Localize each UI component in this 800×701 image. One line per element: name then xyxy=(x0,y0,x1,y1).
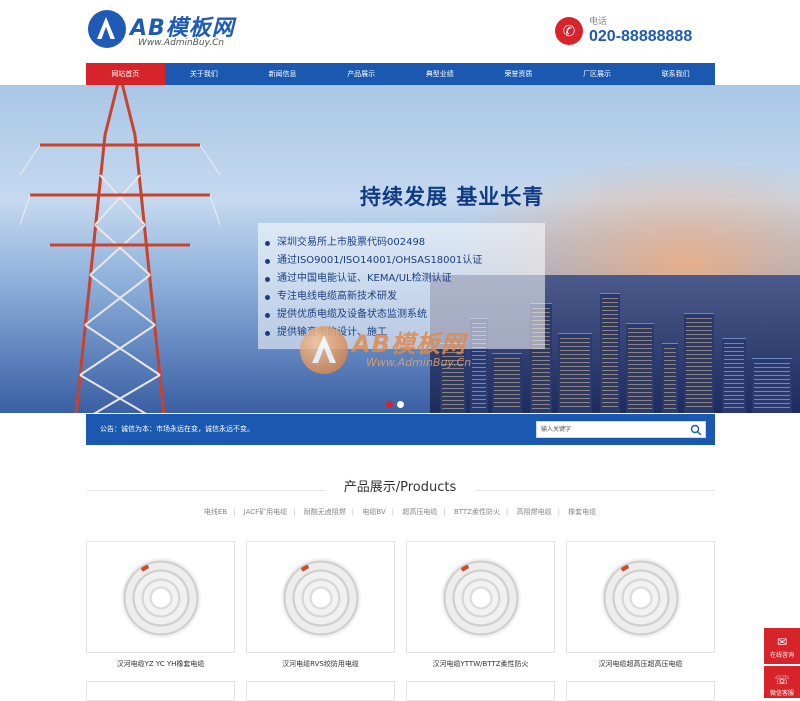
watermark-subtitle: Www.AdminBuy.Cn xyxy=(366,356,472,369)
nav-item-honors[interactable]: 荣誉资质 xyxy=(479,63,558,85)
banner-bullet: 通过中国电能认证、KEMA/UL检测认证 xyxy=(262,270,482,288)
cable-coil-image xyxy=(441,558,521,638)
product-name[interactable]: 汉河电缆RVS绞防用电缆 xyxy=(246,659,395,669)
product-name[interactable]: 汉河电缆超高压超高压电缆 xyxy=(566,659,715,669)
cable-coil-image xyxy=(601,558,681,638)
wechat-service-button[interactable]: ☏ 微信客服 xyxy=(764,666,800,698)
notice-bar: 公告：诚信为本：市场永远在变，诚信永远不变。 xyxy=(86,414,715,445)
logo-mark-icon xyxy=(88,10,126,48)
site-logo[interactable]: AB模板网 Www.AdminBuy.Cn xyxy=(88,10,248,50)
product-card[interactable] xyxy=(406,681,555,701)
banner-bullet: 专注电线电缆高新技术研发 xyxy=(262,288,482,306)
phone-label: 电话 xyxy=(589,17,608,27)
main-nav: 网站首页 关于我们 新闻信息 产品展示 典型业绩 荣誉资质 厂区展示 联系我们 xyxy=(86,63,715,85)
wechat-service-label: 微信客服 xyxy=(769,690,794,697)
search-icon[interactable] xyxy=(690,424,702,436)
cable-coil-image xyxy=(121,558,201,638)
category-link[interactable]: 橡套电缆 xyxy=(562,507,602,517)
category-link[interactable]: BTTZ柔性防火 xyxy=(448,507,506,517)
banner-bullet: 深圳交易所上市股票代码002498 xyxy=(262,234,482,252)
product-name[interactable]: 汉河电缆YTTW/BTTZ柔性防火 xyxy=(406,659,555,669)
banner-heading: 持续发展 基业长青 xyxy=(360,185,545,209)
product-card[interactable] xyxy=(86,541,235,653)
category-link[interactable]: 高阻燃电缆 xyxy=(511,507,558,517)
watermark-title: AB模板网 xyxy=(352,330,466,358)
product-card[interactable] xyxy=(246,541,395,653)
phone-icon: ✆ xyxy=(555,17,583,45)
phone-number: 020-88888888 xyxy=(589,28,693,45)
cable-coil-image xyxy=(281,558,361,638)
product-category-links: 电线EB | JACF矿用电缆 | 耐酸无卤阻燃 | 电缆BV | 超高压电缆 | BTT… xyxy=(0,507,800,517)
search-input[interactable] xyxy=(537,422,687,437)
chat-bubble-icon: ✉ xyxy=(776,635,788,649)
online-consult-button[interactable]: ✉ 在线咨询 xyxy=(764,628,800,664)
category-link[interactable]: 耐酸无卤阻燃 xyxy=(298,507,352,517)
product-card[interactable] xyxy=(566,681,715,701)
category-link[interactable]: 电线EB xyxy=(198,507,233,517)
product-card[interactable] xyxy=(406,541,555,653)
slider-dots xyxy=(386,401,404,408)
products-section-title: 产品展示/Products xyxy=(343,480,457,495)
watermark-mark-icon xyxy=(300,326,348,374)
nav-item-factory[interactable]: 厂区展示 xyxy=(558,63,637,85)
product-card[interactable] xyxy=(566,541,715,653)
online-consult-label: 在线咨询 xyxy=(769,652,794,659)
category-link[interactable]: 超高压电缆 xyxy=(396,507,443,517)
nav-item-cases[interactable]: 典型业绩 xyxy=(401,63,480,85)
search-box xyxy=(536,421,706,438)
nav-item-contact[interactable]: 联系我们 xyxy=(636,63,715,85)
logo-subtitle: Www.AdminBuy.Cn xyxy=(138,38,225,48)
product-card[interactable] xyxy=(86,681,235,701)
nav-item-home[interactable]: 网站首页 xyxy=(86,63,165,85)
watermark-logo: AB模板网 Www.AdminBuy.Cn xyxy=(300,320,520,380)
category-link[interactable]: JACF矿用电缆 xyxy=(238,507,294,517)
slider-dot-2[interactable] xyxy=(397,401,404,408)
hero-banner: 持续发展 基业长青 深圳交易所上市股票代码002498 通过ISO9001/IS… xyxy=(0,85,800,413)
category-link[interactable]: 电缆BV xyxy=(356,507,391,517)
product-name[interactable]: 汉河电缆YZ YC YH橡套电缆 xyxy=(86,659,235,669)
wechat-icon: ☏ xyxy=(774,673,790,687)
transmission-tower xyxy=(20,85,220,413)
nav-item-products[interactable]: 产品展示 xyxy=(322,63,401,85)
slider-dot-1[interactable] xyxy=(386,401,393,408)
nav-item-news[interactable]: 新闻信息 xyxy=(243,63,322,85)
announcement-text: 公告：诚信为本：市场永远在变，诚信永远不变。 xyxy=(100,425,254,433)
banner-bullet: 通过ISO9001/ISO14001/OHSAS18001认证 xyxy=(262,252,482,270)
product-card[interactable] xyxy=(246,681,395,701)
nav-item-about[interactable]: 关于我们 xyxy=(165,63,244,85)
